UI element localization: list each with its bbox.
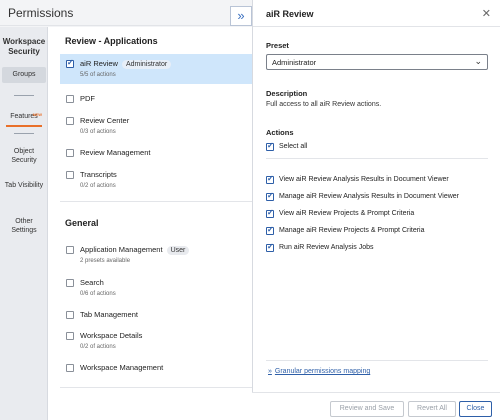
checkbox[interactable]: [266, 141, 274, 151]
item-sub: 0/2 of actions: [80, 344, 116, 350]
nav-item-other-settings[interactable]: Other Settings: [2, 217, 46, 235]
permissions-window: Permissions » Workspace Security Groups …: [0, 0, 500, 420]
preset-pill: User: [166, 246, 190, 255]
page-title: Permissions: [8, 6, 74, 20]
item-name: Workspace Management: [80, 363, 164, 372]
nav-divider: [14, 133, 34, 134]
nav-item-features[interactable]: Features NEW: [2, 109, 46, 127]
item-name: Search: [80, 278, 104, 287]
item-sub: 0/3 of actions: [80, 129, 116, 135]
item-label: aiR Review Administrator: [80, 59, 172, 69]
preset-select[interactable]: Administrator ⌄: [266, 54, 488, 70]
action-label: Run aiR Review Analysis Jobs: [279, 244, 374, 251]
nav-item-tab-visibility[interactable]: Tab Visibility: [2, 181, 46, 190]
panel-divider: [253, 26, 500, 27]
checkbox[interactable]: [266, 242, 274, 252]
item-sub: 2 presets available: [80, 258, 131, 264]
revert-all-button[interactable]: Revert All: [408, 401, 456, 417]
feature-list: Review - Applications aiR ReviewAdminist…: [48, 27, 252, 420]
mapping-link-label: Granular permissions mapping: [274, 368, 371, 375]
preset-value: Administrator: [272, 58, 317, 67]
item-name: Tab Management: [80, 310, 138, 319]
checkbox[interactable]: [66, 246, 74, 254]
item-name: Workspace Details: [80, 331, 143, 340]
link-divider: [266, 360, 488, 361]
checkbox[interactable]: [66, 332, 74, 340]
item-name: Transcripts: [80, 170, 117, 179]
checkbox[interactable]: [66, 279, 74, 287]
granular-mapping-link[interactable]: » Granular permissions mapping: [268, 368, 370, 375]
action-label: Manage aiR Review Analysis Results in Do…: [279, 193, 460, 200]
list-item[interactable]: aiR ReviewAdministrator 5/5 of actions: [60, 54, 252, 84]
item-name: PDF: [80, 94, 95, 103]
footer-bar: Review and Save Revert All Close: [252, 392, 500, 420]
section-title-general: General: [65, 218, 99, 228]
nav-item-object-security[interactable]: Object Security: [2, 147, 46, 165]
item-sub: 0/6 of actions: [80, 291, 116, 297]
item-name: aiR Review: [80, 59, 118, 68]
double-chevron-right-icon: »: [268, 368, 272, 375]
left-nav: Workspace Security Groups Features NEW O…: [0, 27, 48, 420]
actions-label: Actions: [266, 128, 294, 137]
list-item[interactable]: Transcripts 0/2 of actions: [60, 165, 252, 195]
item-name: Review Center: [80, 116, 130, 125]
close-button[interactable]: Close: [459, 401, 492, 417]
description-text: Full access to all aiR Review actions.: [266, 101, 382, 108]
action-label: View aiR Review Projects & Prompt Criter…: [279, 210, 415, 217]
section-divider: [60, 387, 252, 388]
checkbox[interactable]: [66, 364, 74, 372]
new-badge: NEW: [32, 112, 42, 117]
item-name: Application Management: [80, 245, 163, 254]
item-name: Review Management: [80, 148, 151, 157]
checkbox[interactable]: [66, 117, 74, 125]
expand-panel-button[interactable]: »: [230, 6, 252, 26]
review-and-save-button[interactable]: Review and Save: [330, 401, 404, 417]
checkbox[interactable]: [66, 58, 74, 68]
checkbox[interactable]: [66, 171, 74, 179]
description-label: Description: [266, 89, 308, 98]
action-label: View aiR Review Analysis Results in Docu…: [279, 176, 449, 183]
actions-divider: [266, 158, 488, 159]
list-item[interactable]: Search 0/6 of actions: [60, 273, 252, 303]
title-bar: Permissions: [0, 0, 252, 26]
item-label: Application Management User: [80, 245, 190, 255]
item-sub: 0/2 of actions: [80, 183, 116, 189]
close-icon[interactable]: ✕: [482, 7, 491, 20]
action-label: Manage aiR Review Projects & Prompt Crit…: [279, 227, 425, 234]
preset-pill: Administrator: [121, 60, 172, 69]
item-sub: 5/5 of actions: [80, 72, 116, 78]
list-item[interactable]: Workspace Details 0/2 of actions: [60, 326, 252, 356]
section-title-review: Review - Applications: [65, 36, 158, 46]
chevron-down-icon: ⌄: [474, 56, 482, 66]
preset-label: Preset: [266, 41, 289, 50]
checkbox[interactable]: [266, 208, 274, 218]
checkbox[interactable]: [266, 174, 274, 184]
list-item[interactable]: Workspace Management: [60, 358, 252, 388]
nav-header: Workspace Security: [2, 37, 46, 56]
detail-panel: aiR Review ✕ Preset Administrator ⌄ Desc…: [252, 0, 500, 420]
checkbox[interactable]: [66, 95, 74, 103]
select-all-label: Select all: [279, 143, 308, 150]
double-chevron-right-icon: »: [237, 8, 245, 23]
checkbox[interactable]: [66, 311, 74, 319]
list-item[interactable]: Review Center 0/3 of actions: [60, 111, 252, 141]
section-divider: [60, 201, 252, 202]
panel-title: aiR Review: [266, 9, 314, 19]
nav-item-groups[interactable]: Groups: [2, 67, 46, 83]
checkbox[interactable]: [66, 149, 74, 157]
checkbox[interactable]: [266, 225, 274, 235]
checkbox[interactable]: [266, 191, 274, 201]
nav-divider: [14, 95, 34, 96]
list-item[interactable]: Application Management User 2 presets ava…: [60, 240, 252, 270]
